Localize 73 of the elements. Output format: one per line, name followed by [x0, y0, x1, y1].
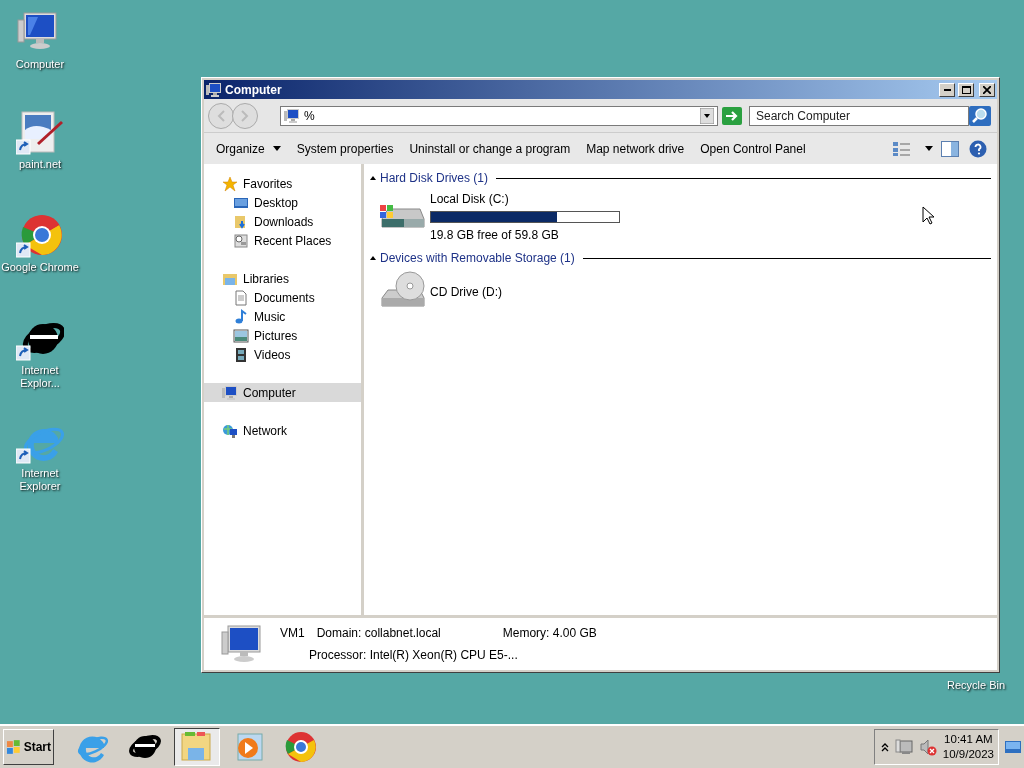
collapse-icon[interactable]	[370, 176, 376, 180]
maximize-button[interactable]	[958, 82, 974, 97]
view-list-icon	[893, 140, 911, 157]
chrome-browser-icon	[284, 730, 318, 764]
monitor-icon	[284, 107, 300, 124]
minimize-icon	[943, 88, 951, 91]
nav-item[interactable]: Documents	[204, 288, 361, 307]
toolbar-button[interactable]: Open Control Panel	[692, 135, 814, 162]
computer-name: VM1	[280, 625, 305, 642]
star-icon	[222, 175, 238, 192]
chevron-up-icon[interactable]	[880, 742, 889, 752]
start-button[interactable]: Start	[3, 729, 54, 765]
search-icon[interactable]	[969, 105, 991, 126]
speaker-muted-icon[interactable]	[918, 738, 937, 756]
windows-logo-icon	[6, 739, 22, 755]
help-icon[interactable]	[969, 139, 987, 158]
toolbar-button[interactable]: System properties	[288, 135, 402, 162]
window-title: Computer	[225, 81, 282, 99]
paint-program-icon[interactable]	[16, 110, 64, 156]
group-heading[interactable]: Hard Disk Drives (1)	[380, 169, 488, 187]
music-note-icon	[233, 308, 249, 325]
close-button[interactable]	[979, 82, 995, 97]
dropdown-icon[interactable]	[700, 107, 714, 124]
film-icon	[233, 346, 249, 363]
domain-text: Domain: collabnet.local	[316, 625, 441, 642]
search-field[interactable]: Search Computer	[749, 105, 969, 126]
nav-item[interactable]: Music	[204, 307, 361, 326]
monitor-icon	[206, 81, 222, 98]
mouse-pointer-icon	[922, 206, 934, 225]
picture-icon	[233, 327, 249, 344]
globe-monitor-icon	[222, 422, 238, 439]
clock[interactable]: 10:41 AM 10/9/2023	[942, 732, 994, 762]
nav-item[interactable]: Downloads	[204, 212, 361, 231]
preview-pane-icon[interactable]	[941, 140, 959, 157]
icon-label: Internet Explorer	[18, 467, 62, 493]
maximize-icon	[961, 85, 971, 94]
toolbar-button[interactable]: Organize	[208, 135, 289, 162]
show-desktop-icon[interactable]	[1005, 740, 1021, 754]
icon-label: Computer	[15, 58, 65, 71]
nav-item[interactable]: Favorites	[204, 174, 361, 193]
chrome-browser-icon[interactable]	[16, 213, 64, 259]
nav-item[interactable]: Recent Places	[204, 231, 361, 250]
toolbar-button[interactable]: Map network drive	[578, 135, 693, 162]
nav-item[interactable]: Desktop	[204, 193, 361, 212]
drive-name[interactable]: CD Drive (D:)	[430, 283, 502, 301]
clock-time: 10:41 AM	[943, 732, 994, 747]
folder-icon	[180, 730, 214, 764]
toolbar-button[interactable]: Uninstall or change a program	[401, 135, 579, 162]
icon-label: Recycle Bin	[947, 679, 1006, 692]
group-heading[interactable]: Devices with Removable Storage (1)	[380, 249, 575, 267]
document-icon	[233, 289, 249, 306]
nav-item[interactable]: Network	[204, 421, 361, 440]
drive-name[interactable]: Local Disk (C:)	[430, 190, 620, 208]
memory-text: Memory: 4.00 GB	[502, 625, 597, 642]
nav-item[interactable]: Computer	[204, 383, 361, 402]
collapse-icon[interactable]	[370, 256, 376, 260]
clock-date: 10/9/2023	[942, 747, 994, 762]
nav-item[interactable]: Libraries	[204, 269, 361, 288]
caret-icon	[925, 146, 933, 151]
icon-label: paint.net	[18, 158, 62, 171]
close-icon	[983, 85, 991, 94]
taskbar-button[interactable]	[174, 728, 220, 766]
nav-item[interactable]: Pictures	[204, 326, 361, 345]
recent-places-icon	[233, 232, 249, 249]
minimize-button[interactable]	[939, 82, 955, 97]
icon-label: Internet Explor...	[19, 364, 61, 390]
free-space-text: 19.8 GB free of 59.8 GB	[430, 227, 560, 244]
nav-item[interactable]: Videos	[204, 345, 361, 364]
address-bar[interactable]: %	[280, 105, 718, 126]
monitor-icon	[222, 384, 238, 401]
icon-label: Google Chrome	[1, 261, 79, 274]
processor-text: Processor: Intel(R) Xeon(R) CPU E5-...	[309, 647, 518, 664]
network-icon[interactable]	[894, 738, 913, 756]
